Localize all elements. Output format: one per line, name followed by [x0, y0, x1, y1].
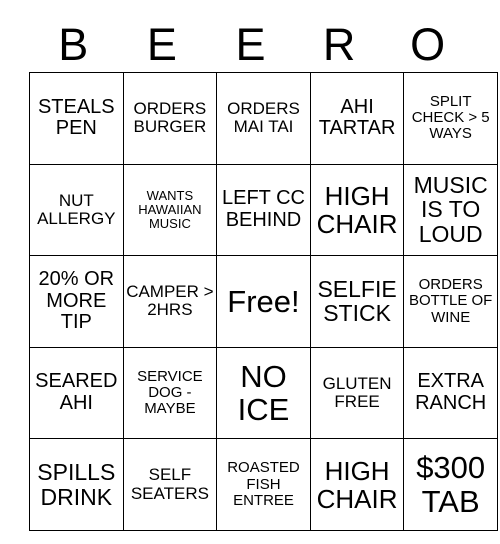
bingo-card: B E E R O STEALS PEN ORDERS BURGER ORDER… [29, 0, 498, 531]
bingo-row: SPILLS DRINK SELF SEATERS ROASTED FISH E… [29, 438, 498, 531]
header-letter-e1: E [146, 19, 177, 70]
bingo-cell[interactable]: ORDERS BURGER [122, 72, 218, 165]
bingo-cell-label: SPLIT CHECK > 5 WAYS [411, 93, 490, 143]
bingo-cell[interactable]: AHI TARTAR [309, 72, 405, 165]
bingo-cell-label: SELF SEATERS [130, 465, 209, 503]
bingo-cell-label: LEFT CC BEHIND [221, 187, 305, 231]
bingo-cell[interactable]: WANTS HAWAIIAN MUSIC [122, 163, 218, 257]
bingo-cell-label: SEARED AHI [35, 370, 118, 415]
bingo-cell[interactable]: HIGH CHAIR [309, 163, 405, 257]
bingo-cell[interactable]: ROASTED FISH ENTREE [216, 438, 311, 531]
bingo-cell[interactable]: STEALS PEN [29, 72, 124, 165]
bingo-cell-label: NO ICE [237, 358, 290, 428]
header-letter-b: B [58, 19, 89, 70]
bingo-cell[interactable]: SELF SEATERS [122, 438, 218, 531]
bingo-cell-label: ROASTED FISH ENTREE [227, 459, 300, 509]
bingo-cell-label: WANTS HAWAIIAN MUSIC [138, 187, 202, 231]
bingo-cell-label: Free! [227, 283, 300, 319]
bingo-row: 20% OR MORE TIP CAMPER > 2HRS Free! SELF… [29, 255, 498, 348]
bingo-cell-label: SPILLS DRINK [37, 458, 116, 510]
bingo-cell-label: 20% OR MORE TIP [38, 268, 115, 334]
bingo-cell-free[interactable]: Free! [216, 255, 311, 348]
bingo-cell[interactable]: GLUTEN FREE [309, 346, 405, 440]
bingo-cell[interactable]: LEFT CC BEHIND [216, 163, 311, 257]
bingo-cell-label: NUT ALLERGY [37, 190, 116, 228]
bingo-row: SEARED AHI SERVICE DOG - MAYBE NO ICE GL… [29, 346, 498, 440]
bingo-cell[interactable]: HIGH CHAIR [309, 438, 405, 531]
bingo-cell[interactable]: SPLIT CHECK > 5 WAYS [403, 72, 498, 165]
bingo-cell-label: MUSIC IS TO LOUD [413, 171, 488, 248]
bingo-cell[interactable]: 20% OR MORE TIP [29, 255, 124, 348]
bingo-cell[interactable]: SPILLS DRINK [29, 438, 124, 531]
bingo-cell[interactable]: $300 TAB [403, 438, 498, 531]
bingo-cell-label: ORDERS BOTTLE OF WINE [409, 276, 493, 326]
bingo-cell[interactable]: EXTRA RANCH [403, 346, 498, 440]
bingo-cell[interactable]: NO ICE [216, 346, 311, 440]
bingo-row: STEALS PEN ORDERS BURGER ORDERS MAI TAI … [29, 72, 498, 165]
bingo-cell-label: ORDERS MAI TAI [227, 98, 300, 137]
bingo-cell-label: $300 TAB [416, 450, 486, 519]
bingo-cell-label: ORDERS BURGER [133, 98, 207, 137]
header-letter-e2: E [235, 19, 266, 70]
bingo-cell-label: AHI TARTAR [318, 95, 396, 140]
bingo-cell[interactable]: SERVICE DOG - MAYBE [122, 346, 218, 440]
bingo-cell-label: HIGH CHAIR [316, 455, 398, 514]
bingo-cell[interactable]: ORDERS BOTTLE OF WINE [403, 255, 498, 348]
bingo-cell[interactable]: CAMPER > 2HRS [122, 255, 218, 348]
header-letter-r: R [322, 19, 356, 70]
header-letter-o: O [410, 19, 446, 70]
bingo-cell-label: SERVICE DOG - MAYBE [137, 367, 203, 418]
bingo-cell-label: EXTRA RANCH [415, 370, 487, 415]
bingo-cell[interactable]: NUT ALLERGY [29, 163, 124, 257]
bingo-cell-label: CAMPER > 2HRS [126, 282, 214, 320]
bingo-grid: STEALS PEN ORDERS BURGER ORDERS MAI TAI … [29, 72, 498, 531]
bingo-cell-label: SELFIE STICK [317, 275, 397, 327]
bingo-cell[interactable]: MUSIC IS TO LOUD [403, 163, 498, 257]
bingo-row: NUT ALLERGY WANTS HAWAIIAN MUSIC LEFT CC… [29, 163, 498, 257]
bingo-cell-label: GLUTEN FREE [322, 373, 392, 412]
bingo-cell-label: STEALS PEN [37, 95, 115, 140]
bingo-cell-label: HIGH CHAIR [316, 180, 398, 239]
bingo-cell[interactable]: SELFIE STICK [309, 255, 405, 348]
bingo-cell[interactable]: ORDERS MAI TAI [216, 72, 311, 165]
bingo-header-row: B E E R O [29, 0, 472, 72]
bingo-cell[interactable]: SEARED AHI [29, 346, 124, 440]
